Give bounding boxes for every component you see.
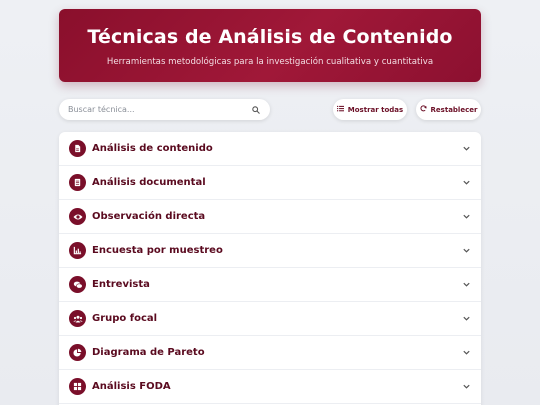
file-icon [69, 174, 86, 191]
list-item[interactable]: Entrevista [59, 268, 481, 302]
chevron-down-icon[interactable] [461, 144, 471, 154]
chart-icon [69, 242, 86, 259]
chevron-down-icon[interactable] [461, 212, 471, 222]
refresh-icon [419, 105, 427, 114]
list-item[interactable]: Encuesta por muestreo [59, 234, 481, 268]
search-input[interactable] [68, 105, 251, 114]
list-item[interactable]: Análisis de contenido [59, 132, 481, 166]
list-item[interactable]: Análisis documental [59, 166, 481, 200]
page-subtitle: Herramientas metodológicas para la inves… [106, 57, 434, 67]
list-item-label: Observación directa [92, 211, 206, 222]
document-icon [69, 140, 86, 157]
list-item[interactable]: Análisis FODA [59, 370, 481, 404]
grid-icon [69, 378, 86, 395]
show-all-label: Mostrar todas [347, 105, 404, 114]
chevron-down-icon[interactable] [461, 246, 471, 256]
list-item-label: Entrevista [92, 279, 150, 290]
page-title: Técnicas de Análisis de Contenido [87, 26, 453, 48]
list-item-label: Análisis documental [92, 177, 206, 188]
search-box[interactable] [59, 99, 270, 120]
list-item-label: Análisis de contenido [92, 143, 213, 154]
list-item[interactable]: Grupo focal [59, 302, 481, 336]
chevron-down-icon[interactable] [461, 348, 471, 358]
eye-icon [69, 208, 86, 225]
reset-label: Restablecer [430, 105, 478, 114]
list-item-label: Encuesta por muestreo [92, 245, 223, 256]
show-all-button[interactable]: Mostrar todas [333, 99, 407, 120]
chevron-down-icon[interactable] [461, 382, 471, 392]
techniques-list: Análisis de contenido Análisis documenta… [59, 132, 481, 405]
pie-icon [69, 344, 86, 361]
list-item-label: Análisis FODA [92, 381, 171, 392]
list-item-label: Diagrama de Pareto [92, 347, 205, 358]
list-item-label: Grupo focal [92, 313, 158, 324]
chevron-down-icon[interactable] [461, 314, 471, 324]
list-item[interactable]: Observación directa [59, 200, 481, 234]
page-header: Técnicas de Análisis de Contenido Herram… [59, 9, 481, 82]
reset-button[interactable]: Restablecer [416, 99, 481, 120]
list-item[interactable]: Diagrama de Pareto [59, 336, 481, 370]
chevron-down-icon[interactable] [461, 178, 471, 188]
search-icon[interactable] [251, 105, 261, 115]
list-icon [336, 105, 344, 114]
chevron-down-icon[interactable] [461, 280, 471, 290]
chat-icon [69, 276, 86, 293]
users-icon [69, 310, 86, 327]
